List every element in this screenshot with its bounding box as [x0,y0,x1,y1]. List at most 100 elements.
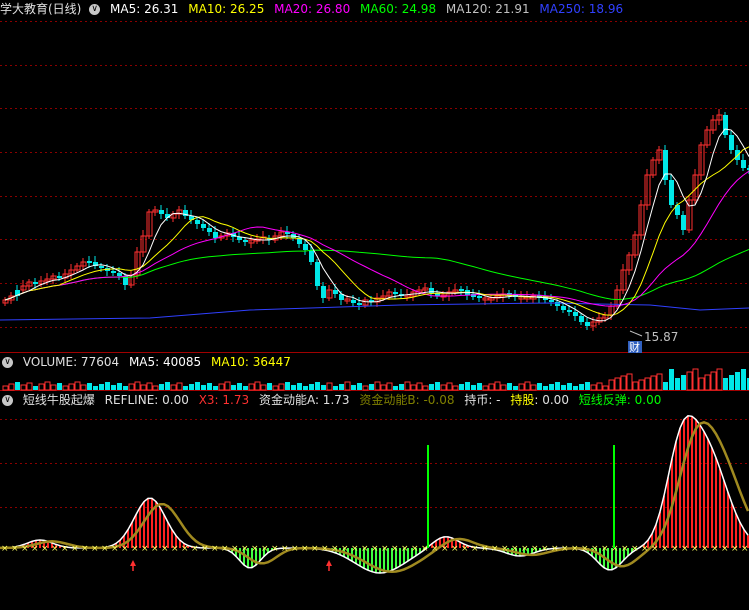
volume-bar [410,384,417,391]
refline-marker: × [601,544,609,554]
volume-bar [602,385,609,391]
volume-bar [735,372,740,390]
volume-bar [218,383,225,391]
volume-bar [482,385,489,391]
collapse-circle-icon[interactable]: ∨ [89,4,101,15]
volume-bar [698,377,705,391]
refline-marker: × [261,544,269,554]
volume-bar [140,384,147,391]
refline-marker: × [391,544,399,554]
candle-body [321,286,326,298]
candle-body [111,271,116,273]
volume-bar [285,382,290,390]
refline-marker: × [701,544,709,554]
candle-body [99,266,104,268]
volume-bar [183,386,188,390]
candle-body [729,135,734,150]
refline-marker: × [1,544,9,554]
volume-chart[interactable] [2,368,749,391]
volume-bar [663,382,668,390]
refline-marker: × [171,544,179,554]
volume-bar [99,384,104,390]
volume-bar [362,385,369,391]
volume-bar [543,386,548,390]
volume-bar [638,379,645,391]
buy-arrow-head [326,560,332,566]
volume-bar [50,384,57,391]
volume-bar [128,383,135,391]
collapse-circle-icon[interactable]: ∨ [2,395,13,406]
refline-marker: × [581,544,589,554]
refline-marker: × [291,544,299,554]
candle-body [741,160,746,168]
collapse-circle-icon[interactable]: ∨ [2,357,13,368]
candle-body [87,261,92,263]
volume-bar [165,382,170,390]
price-chart[interactable] [0,109,749,331]
volume-bar [189,384,194,390]
volume-bar [579,384,584,390]
refline-marker: × [301,544,309,554]
volume-bar [38,383,45,391]
refline-marker: × [191,544,199,554]
hold-coin-value: 持币: - [464,393,501,407]
volume-bar [555,382,560,390]
volume-bar [741,369,746,390]
refline-marker: × [11,544,19,554]
refline-marker: × [181,544,189,554]
volume-bar [386,382,393,391]
ma5-value: MA5: 26.31 [110,2,179,16]
refline-marker: × [161,544,169,554]
volume-bar [686,371,693,391]
refline-marker: × [481,544,489,554]
refline-marker: × [111,544,119,554]
volume-bar [513,386,518,390]
volume-bar [248,383,255,391]
refline-marker: × [371,544,379,554]
volume-bar [237,383,242,390]
refline-marker: × [341,544,349,554]
refline-marker: × [681,544,689,554]
ma60-line [4,249,749,301]
refline-marker: × [571,544,579,554]
refline-marker: × [721,544,729,554]
refline-marker: × [221,544,229,554]
refline-marker: × [531,544,539,554]
volume-bar [15,382,20,390]
volume-bar [369,384,374,390]
volume-bar [321,385,326,390]
volume-bar [44,381,51,391]
fund-a-value: 资金动能A: 1.73 [258,393,350,407]
volume-bar [224,381,231,391]
refline-marker: × [501,544,509,554]
volume-bar [380,384,387,391]
candle-body [333,290,338,294]
volume-bar [681,375,686,390]
ma250-line [0,302,749,321]
volume-bar [729,375,734,390]
refline-marker: × [561,544,569,554]
candle-body [393,292,398,294]
volume-bar [278,383,285,391]
volume-header: ∨ VOLUME: 77604 MA5: 40085 MA10: 36447 [0,353,297,371]
volume-bar [80,384,87,391]
volume-bar [267,383,272,390]
ma60-value: MA60: 24.98 [360,2,437,16]
candle-body [579,316,584,322]
refline-marker: × [81,544,89,554]
finance-badge[interactable]: 财 [629,340,640,354]
refline-marker: × [641,544,649,554]
volume-bar [309,384,314,390]
indicator-chart[interactable]: × × × × × × × × × × × × × × × × × × × × × × × × × × × × × × × × × × × × × × × ×… [0,415,749,574]
volume-bar [626,373,633,391]
ma20-value: MA20: 26.80 [274,2,351,16]
refline-marker: × [21,544,29,554]
refline-marker: × [671,544,679,554]
candle-body [567,310,572,312]
refline-marker: × [461,544,469,554]
volume-bar [170,384,177,391]
volume-bar [573,386,578,390]
fund-b-value: 资金动能B: -0.08 [359,393,455,407]
volume-bar [656,373,663,391]
volume-bar [87,383,92,390]
